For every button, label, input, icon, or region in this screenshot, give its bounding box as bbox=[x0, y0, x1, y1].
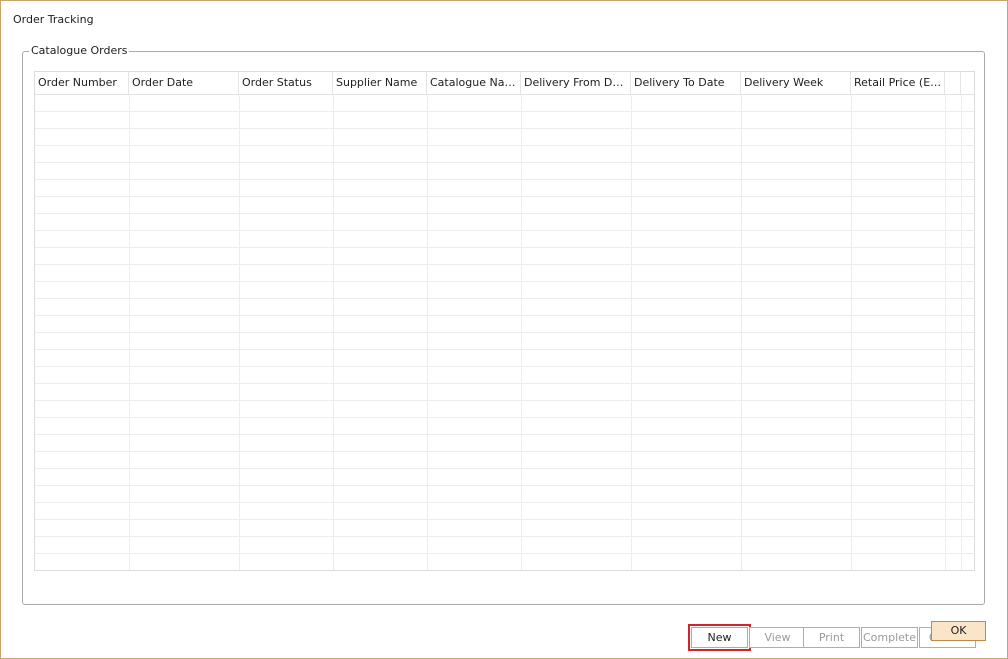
column-supplier-name[interactable]: Supplier Name bbox=[333, 72, 427, 94]
column-delivery-to-date[interactable]: Delivery To Date bbox=[631, 72, 741, 94]
orders-grid[interactable]: Order Number Order Date Order Status Sup… bbox=[34, 71, 975, 571]
grid-row-line bbox=[35, 281, 974, 282]
grid-row-line bbox=[35, 111, 974, 112]
grid-row-line bbox=[35, 502, 974, 503]
grid-row-line bbox=[35, 230, 974, 231]
column-order-date[interactable]: Order Date bbox=[129, 72, 239, 94]
grid-row-line bbox=[35, 145, 974, 146]
grid-row-line bbox=[35, 196, 974, 197]
grid-row-line bbox=[35, 536, 974, 537]
grid-row-line bbox=[35, 315, 974, 316]
grid-row-line bbox=[35, 485, 974, 486]
grid-row-line bbox=[35, 553, 974, 554]
column-delivery-from-date[interactable]: Delivery From Date bbox=[521, 72, 631, 94]
grid-row-line bbox=[35, 128, 974, 129]
complete-button[interactable]: Complete bbox=[861, 627, 918, 648]
grid-row-line bbox=[35, 162, 974, 163]
grid-row-line bbox=[35, 434, 974, 435]
grid-row-line bbox=[35, 298, 974, 299]
grid-row-line bbox=[35, 468, 974, 469]
ok-button[interactable]: OK bbox=[931, 621, 986, 641]
grid-row-line bbox=[35, 366, 974, 367]
grid-row-line bbox=[35, 383, 974, 384]
group-title: Catalogue Orders bbox=[29, 44, 130, 57]
column-order-number[interactable]: Order Number bbox=[35, 72, 129, 94]
column-filler bbox=[945, 72, 961, 94]
grid-row-line bbox=[35, 519, 974, 520]
grid-row-line bbox=[35, 349, 974, 350]
window-title: Order Tracking bbox=[13, 13, 94, 26]
column-catalogue-name[interactable]: Catalogue Name bbox=[427, 72, 521, 94]
column-retail-price[interactable]: Retail Price (Ex... bbox=[851, 72, 945, 94]
catalogue-orders-group: Catalogue Orders Order Number Order Date… bbox=[22, 44, 985, 651]
grid-row-line bbox=[35, 417, 974, 418]
column-order-status[interactable]: Order Status bbox=[239, 72, 333, 94]
print-button[interactable]: Print bbox=[803, 627, 860, 648]
order-tracking-window: Order Tracking Catalogue Orders Order Nu… bbox=[0, 0, 1008, 659]
grid-row-line bbox=[35, 247, 974, 248]
grid-row-line bbox=[35, 264, 974, 265]
view-button[interactable]: View bbox=[749, 627, 806, 648]
grid-header: Order Number Order Date Order Status Sup… bbox=[35, 72, 974, 95]
grid-row-line bbox=[35, 451, 974, 452]
grid-row-line bbox=[35, 179, 974, 180]
new-button[interactable]: New bbox=[688, 624, 751, 651]
grid-row-line bbox=[35, 400, 974, 401]
grid-row-line bbox=[35, 213, 974, 214]
grid-row-line bbox=[35, 332, 974, 333]
column-delivery-week[interactable]: Delivery Week bbox=[741, 72, 851, 94]
